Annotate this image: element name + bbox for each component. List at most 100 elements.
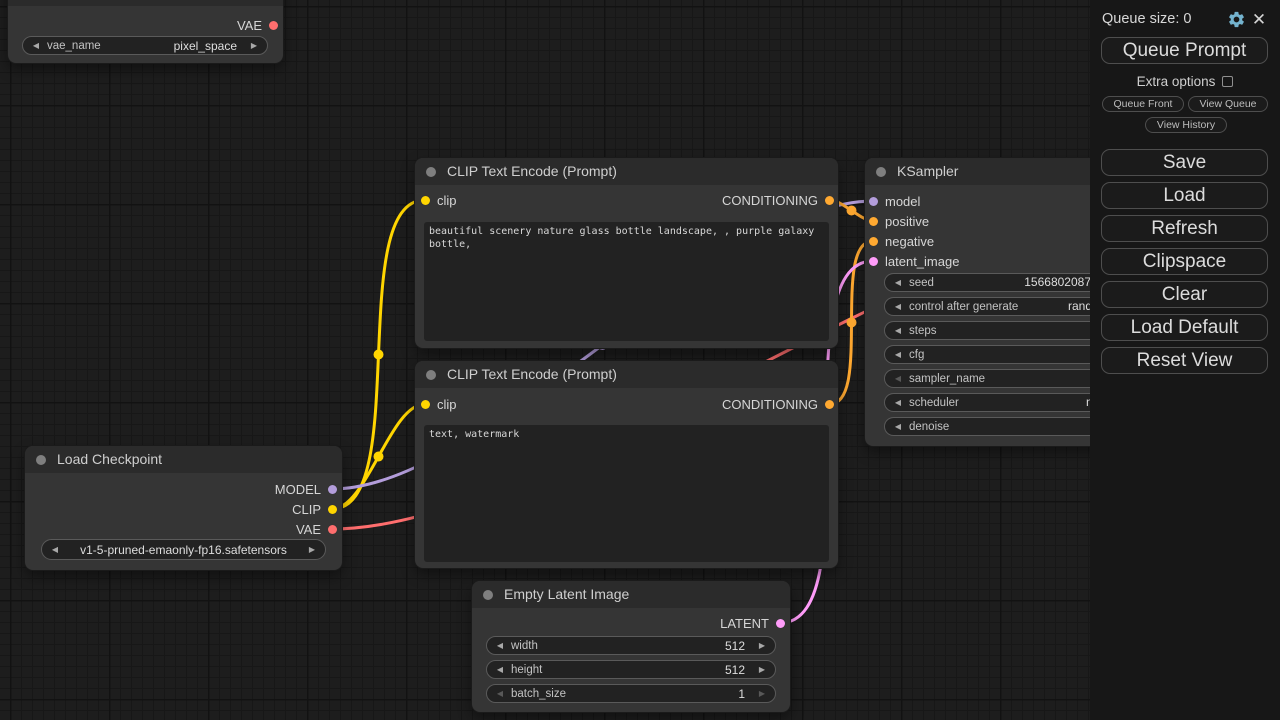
clip-slot-dot[interactable] [421,400,430,409]
clear-button[interactable]: Clear [1101,281,1268,308]
node-title-bar[interactable]: Load Checkpoint [25,446,342,473]
conditioning-slot-dot[interactable] [869,237,878,246]
output-slot-vae[interactable]: VAE [296,520,337,538]
comfy-menu-panel: Queue size: 0 ✕ Queue Prompt Extra optio… [1090,0,1280,720]
model-slot-dot[interactable] [869,197,878,206]
prev-value-arrow-icon[interactable]: ◀ [891,393,905,412]
link-midpoint-dot [847,318,857,328]
model-slot-dot[interactable] [328,485,337,494]
decrement-arrow-icon[interactable]: ◀ [493,684,507,703]
node-title-bar[interactable]: KSampler [865,158,1124,185]
decrement-arrow-icon[interactable]: ◀ [493,660,507,679]
output-slot-model[interactable]: MODEL [275,480,337,498]
extra-options-checkbox[interactable] [1222,76,1233,87]
node-clip-text-encode-negative[interactable]: CLIP Text Encode (Prompt) clip CONDITION… [415,361,838,568]
link-midpoint-dot [374,452,384,462]
collapse-dot[interactable] [483,590,493,600]
view-history-button[interactable]: View History [1145,117,1227,133]
increment-arrow-icon[interactable]: ▶ [755,660,769,679]
node-title-bar[interactable]: CLIP Text Encode (Prompt) [415,361,838,388]
latent-slot-dot[interactable] [776,619,785,628]
prompt-text-area[interactable]: beautiful scenery nature glass bottle la… [424,222,829,341]
node-title-bar[interactable]: Empty Latent Image [472,581,790,608]
clip-slot-dot[interactable] [328,505,337,514]
conditioning-slot-dot[interactable] [825,196,834,205]
output-slot-vae[interactable]: VAE [237,16,278,34]
extra-options-label: Extra options [1137,74,1216,89]
link-midpoint-dot [847,206,857,216]
reset-view-button[interactable]: Reset View [1101,347,1268,374]
settings-gear-icon[interactable] [1227,10,1246,29]
prompt-text-area[interactable]: text, watermark [424,425,829,562]
prev-value-arrow-icon[interactable]: ◀ [891,297,905,316]
batch-size-widget[interactable]: ◀ batch_size 1 ▶ [486,684,776,703]
decrement-arrow-icon[interactable]: ◀ [891,321,905,340]
prev-value-arrow-icon[interactable]: ◀ [48,540,62,559]
vae-slot-dot[interactable] [328,525,337,534]
decrement-arrow-icon[interactable]: ◀ [493,636,507,655]
refresh-button[interactable]: Refresh [1101,215,1268,242]
vae-name-widget[interactable]: ◀ vae_name pixel_space ▶ [22,36,268,55]
conditioning-slot-dot[interactable] [869,217,878,226]
latent-slot-dot[interactable] [869,257,878,266]
node-title: Empty Latent Image [504,581,629,608]
node-title: KSampler [897,158,958,185]
output-slot-conditioning[interactable]: CONDITIONING [722,191,834,209]
node-empty-latent-image[interactable]: Empty Latent Image LATENT ◀ width 512 ▶ … [472,581,790,712]
load-button[interactable]: Load [1101,182,1268,209]
input-slot-clip[interactable]: clip [421,191,457,209]
clip-slot-dot[interactable] [421,196,430,205]
node-load-checkpoint[interactable]: Load Checkpoint MODEL CLIP VAE ◀ v1-5-pr… [25,446,342,570]
height-widget[interactable]: ◀ height 512 ▶ [486,660,776,679]
clipspace-button[interactable]: Clipspace [1101,248,1268,275]
next-value-arrow-icon[interactable]: ▶ [305,540,319,559]
decrement-arrow-icon[interactable]: ◀ [891,273,905,292]
input-slot-negative[interactable]: negative [869,232,934,250]
load-default-button[interactable]: Load Default [1101,314,1268,341]
node-load-vae[interactable]: Load VAE VAE ◀ vae_name pixel_space ▶ [8,0,283,63]
collapse-dot[interactable] [426,370,436,380]
control-after-generate-widget[interactable]: ◀ control after generate randomize [884,297,1124,316]
queue-prompt-button[interactable]: Queue Prompt [1101,37,1268,64]
prev-value-arrow-icon[interactable]: ◀ [891,369,905,388]
increment-arrow-icon[interactable]: ▶ [755,636,769,655]
node-title-bar[interactable]: CLIP Text Encode (Prompt) [415,158,838,185]
steps-widget[interactable]: ◀ steps [884,321,1124,340]
node-ksampler[interactable]: KSampler model positive negative latent_… [865,158,1124,446]
denoise-widget[interactable]: ◀ denoise [884,417,1124,436]
queue-front-button[interactable]: Queue Front [1102,96,1184,112]
input-slot-positive[interactable]: positive [869,212,929,230]
link-midpoint-dot [374,350,384,360]
vae-slot-dot[interactable] [269,21,278,30]
save-button[interactable]: Save [1101,149,1268,176]
output-slot-latent[interactable]: LATENT [720,614,785,632]
output-slot-clip[interactable]: CLIP [292,500,337,518]
width-widget[interactable]: ◀ width 512 ▶ [486,636,776,655]
node-graph-canvas[interactable]: Load VAE VAE ◀ vae_name pixel_space ▶ CL… [0,0,1280,720]
sampler-name-widget[interactable]: ◀ sampler_name [884,369,1124,388]
collapse-dot[interactable] [426,167,436,177]
node-title: Load VAE [40,0,102,6]
view-queue-button[interactable]: View Queue [1188,96,1268,112]
node-clip-text-encode-positive[interactable]: CLIP Text Encode (Prompt) clip CONDITION… [415,158,838,348]
node-title-bar[interactable]: Load VAE [8,0,283,6]
seed-widget[interactable]: ◀ seed 1566802087 [884,273,1124,292]
decrement-arrow-icon[interactable]: ◀ [891,417,905,436]
next-value-arrow-icon[interactable]: ▶ [247,36,261,55]
input-slot-clip[interactable]: clip [421,395,457,413]
ckpt-name-widget[interactable]: ◀ v1-5-pruned-emaonly-fp16.safetensors ▶ [41,539,326,560]
input-slot-latent-image[interactable]: latent_image [869,252,959,270]
increment-arrow-icon[interactable]: ▶ [755,684,769,703]
collapse-dot[interactable] [36,455,46,465]
input-slot-model[interactable]: model [869,192,920,210]
prev-value-arrow-icon[interactable]: ◀ [29,36,43,55]
close-icon[interactable]: ✕ [1246,10,1272,29]
wire-clip-to-negative-prompt [332,404,425,509]
node-title: CLIP Text Encode (Prompt) [447,158,617,185]
decrement-arrow-icon[interactable]: ◀ [891,345,905,364]
scheduler-widget[interactable]: ◀ scheduler normal [884,393,1124,412]
conditioning-slot-dot[interactable] [825,400,834,409]
cfg-widget[interactable]: ◀ cfg [884,345,1124,364]
output-slot-conditioning[interactable]: CONDITIONING [722,395,834,413]
collapse-dot[interactable] [876,167,886,177]
